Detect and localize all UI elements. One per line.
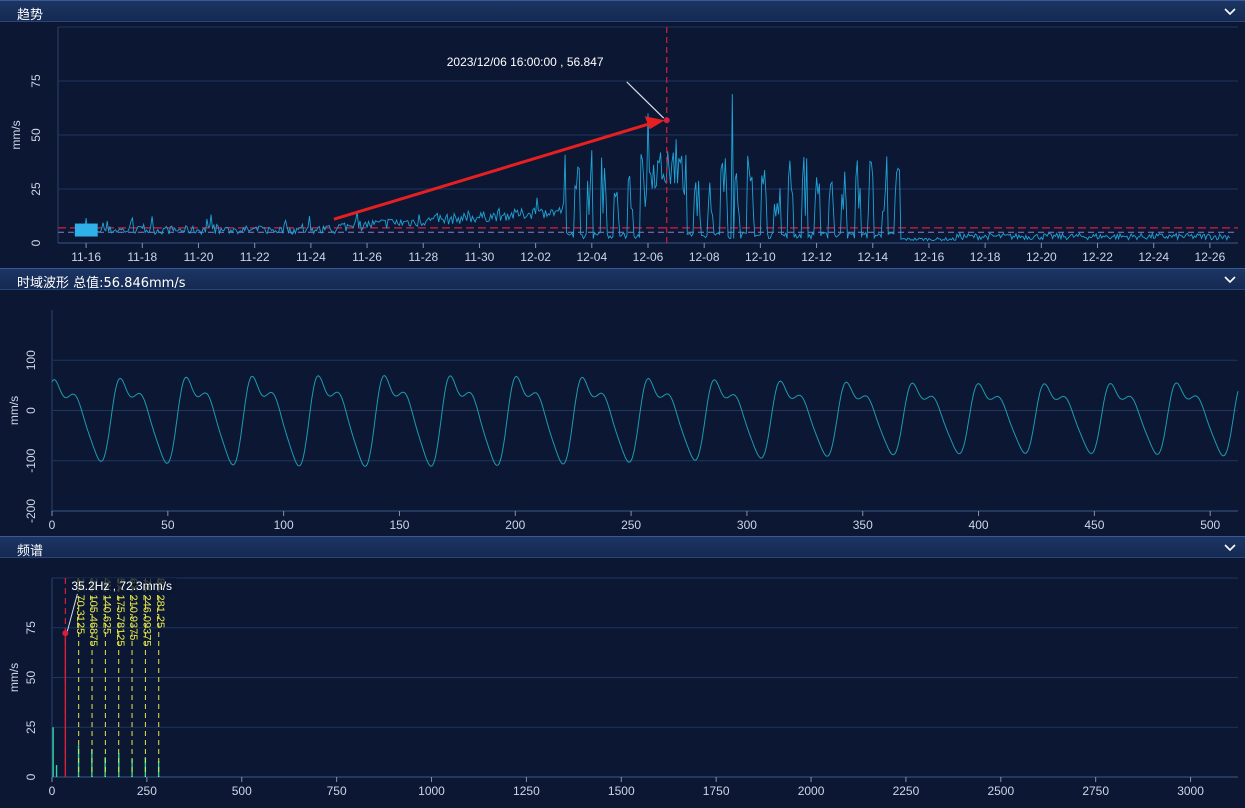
chevron-down-icon[interactable]: [1223, 272, 1237, 286]
x-tick-label: 2000: [798, 784, 825, 798]
x-tick-label: 11-24: [296, 250, 326, 264]
y-tick-label: 0: [29, 239, 43, 246]
x-tick-label: 12-10: [745, 250, 776, 264]
x-tick-label: 2500: [987, 784, 1014, 798]
y-tick-label: 100: [24, 350, 38, 370]
x-tick-label: 0: [49, 784, 56, 798]
trend-chart: 0 25 50 75 mm/s 11-16 11-18 11-20 11-22 11-24 11-2…: [9, 26, 1238, 264]
x-tick-label: 1500: [608, 784, 635, 798]
x-tick-label: 11-16: [71, 250, 101, 264]
x-tick-label: 11-18: [127, 250, 157, 264]
spectrum-cursor-label: 35.2Hz , 72.3mm/s: [71, 579, 172, 593]
waveform-panel-title: 时域波形 总值:56.846mm/s: [17, 276, 186, 291]
x-tick-label: 12-26: [1195, 250, 1226, 264]
trend-start-marker: [91, 223, 98, 237]
trend-cursor-leader: [626, 81, 665, 119]
trend-panel: 趋势 0 25 50 75 mm/s 11-16 11-18 11-20 11-22 11-24 1…: [0, 0, 1245, 268]
x-tick-label: 12-24: [1138, 250, 1169, 264]
x-tick-label: 11-20: [184, 250, 214, 264]
x-tick-label: 250: [621, 518, 641, 532]
trend-cursor-label: 2023/12/06 16:00:00 , 56.847: [447, 55, 604, 69]
y-tick-label: -100: [24, 448, 38, 472]
x-tick-label: 150: [389, 518, 409, 532]
x-tick-label: 12-20: [1026, 250, 1057, 264]
y-tick-label: 50: [29, 128, 43, 142]
y-axis-label: mm/s: [7, 396, 21, 425]
x-tick-label: 1250: [513, 784, 540, 798]
x-tick-label: 12-04: [576, 250, 607, 264]
x-tick-label: 11-28: [408, 250, 438, 264]
x-tick-label: 12-08: [689, 250, 720, 264]
y-tick-label: 75: [29, 74, 43, 88]
y-tick-label: 0: [24, 407, 38, 414]
trend-panel-header: 趋势: [0, 0, 1245, 23]
x-tick-label: 750: [327, 784, 347, 798]
x-tick-label: 2750: [1082, 784, 1109, 798]
x-tick-label: 12-06: [633, 250, 664, 264]
y-tick-label: 25: [24, 720, 38, 734]
y-axis-label: mm/s: [9, 120, 23, 149]
trend-panel-title: 趋势: [17, 8, 44, 23]
chevron-down-icon[interactable]: [1223, 4, 1237, 18]
y-tick-label: 50: [24, 671, 38, 685]
x-tick-label: 11-30: [465, 250, 495, 264]
x-tick-label: 1750: [703, 784, 730, 798]
x-tick-label: 1000: [418, 784, 445, 798]
spectrum-chart: 0 25 50 75 mm/s 0 250 500 750 1000 1250 1500 1750 200…: [7, 577, 1238, 798]
x-tick-label: 3000: [1177, 784, 1204, 798]
x-tick-label: 12-16: [914, 250, 945, 264]
x-tick-label: 100: [274, 518, 294, 532]
x-tick-label: 12-02: [520, 250, 551, 264]
trend-series-line: [74, 93, 1230, 242]
waveform-panel-header: 时域波形 总值:56.846mm/s: [0, 268, 1245, 291]
waveform-chart: -200-1000100mm/s0 50 100 150 200 250 300 350 400…: [7, 310, 1239, 532]
x-tick-label: 50: [161, 518, 175, 532]
x-tick-label: 200: [505, 518, 525, 532]
y-tick-label: -200: [24, 499, 38, 523]
spectrum-panel-header: 频谱: [0, 536, 1245, 559]
y-tick-label: 75: [24, 621, 38, 635]
x-tick-label: 0: [49, 518, 56, 532]
x-tick-label: 11-26: [352, 250, 382, 264]
x-tick-label: 400: [969, 518, 989, 532]
x-tick-label: 300: [737, 518, 757, 532]
x-tick-label: 500: [232, 784, 252, 798]
y-axis-label: mm/s: [7, 663, 21, 692]
waveform-series-line: [51, 375, 1239, 467]
x-tick-label: 250: [137, 784, 157, 798]
spectrum-panel-title: 频谱: [17, 544, 44, 559]
x-tick-label: 12-22: [1082, 250, 1113, 264]
x-tick-label: 500: [1200, 518, 1220, 532]
x-tick-label: 2250: [893, 784, 920, 798]
x-tick-label: 350: [853, 518, 873, 532]
waveform-panel: 时域波形 总值:56.846mm/s -200 -100 0 100 mm/s 0 50 10…: [0, 268, 1245, 536]
x-tick-label: 12-12: [801, 250, 832, 264]
y-tick-label: 25: [29, 182, 43, 196]
y-tick-label: 0: [24, 773, 38, 780]
x-tick-label: 450: [1084, 518, 1104, 532]
chevron-down-icon[interactable]: [1223, 540, 1237, 554]
spectrum-panel: 频谱 0 25 50 75 mm/s 0 250 500 750 1000 1250 1500 1750…: [0, 536, 1245, 808]
x-tick-label: 12-18: [970, 250, 1001, 264]
x-tick-label: 12-14: [857, 250, 888, 264]
x-tick-label: 11-22: [240, 250, 270, 264]
